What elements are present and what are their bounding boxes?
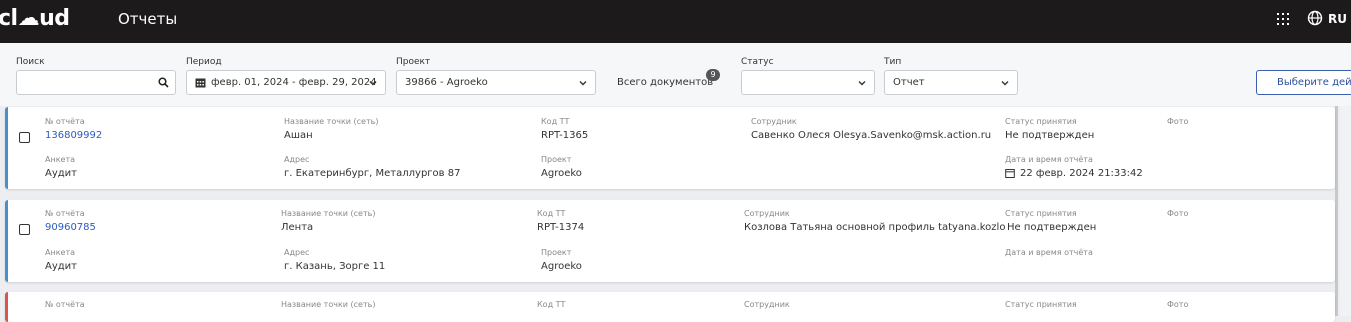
page-title: Отчеты [118, 10, 178, 28]
app-logo[interactable]: cl☁ud [0, 6, 70, 31]
period-label: Период [186, 57, 222, 67]
type-select[interactable]: Отчет [884, 70, 1018, 95]
type-label: Тип [884, 57, 902, 67]
point-name: Лента [281, 222, 314, 233]
report-card[interactable]: № отчёта 90960785 Название точки (сеть) … [5, 200, 1335, 282]
photo-label: Фото [1167, 117, 1189, 126]
employee-label: Сотрудник [744, 209, 790, 218]
apps-grid-icon[interactable] [1276, 12, 1290, 26]
chevron-down-icon [579, 81, 587, 86]
top-bar: cl☁ud Отчеты RU [0, 0, 1351, 43]
globe-icon[interactable] [1307, 10, 1323, 26]
report-datetime-label: Дата и время отчёта [1005, 155, 1093, 164]
report-datetime-label: Дата и время отчёта [1005, 248, 1093, 257]
search-icon[interactable] [158, 77, 169, 88]
project-field-label: Проект [541, 155, 572, 164]
report-no-label: № отчёта [45, 117, 85, 126]
point-name-label: Название точки (сеть) [284, 117, 379, 126]
address-label: Адрес [284, 248, 310, 257]
project-select[interactable]: 39866 - Agroeko [396, 70, 596, 95]
select-checkbox[interactable] [19, 132, 30, 143]
accept-status: Не подтвержден [1005, 222, 1097, 233]
survey-label: Анкета [45, 248, 76, 257]
point-name: Ашан [284, 130, 313, 141]
tt-code-label: Код ТТ [537, 209, 566, 218]
calendar-icon [1005, 169, 1015, 178]
search-label: Поиск [16, 57, 45, 67]
accept-status: Не подтвержден [1005, 130, 1095, 141]
search-input[interactable] [16, 70, 176, 95]
status-label: Статус [741, 57, 774, 67]
calendar-icon [195, 78, 206, 88]
report-datetime: 22 февр. 2024 21:33:42 [1020, 168, 1143, 179]
photo-label: Фото [1167, 209, 1189, 218]
photo-label: Фото [1167, 300, 1189, 309]
select-checkbox[interactable] [19, 224, 30, 235]
project: Agroeko [541, 261, 582, 272]
accept-status-label: Статус принятия [1005, 209, 1077, 218]
project: Agroeko [541, 168, 582, 179]
address: г. Екатеринбург, Металлургов 87 [284, 168, 461, 179]
report-no-label: № отчёта [45, 300, 85, 309]
side-panel [1340, 106, 1351, 316]
chevron-down-icon [858, 81, 866, 86]
language-selector[interactable]: RU [1328, 12, 1347, 26]
accept-status-label: Статус принятия [1005, 117, 1077, 126]
report-no-label: № отчёта [45, 209, 85, 218]
chevron-down-icon [369, 81, 377, 86]
employee-label: Сотрудник [744, 300, 790, 309]
choose-action-button[interactable]: Выберите действие [1256, 70, 1351, 95]
employee-label: Сотрудник [751, 117, 797, 126]
type-value: Отчет [893, 77, 925, 88]
period-value: февр. 01, 2024 - февр. 29, 2024 [211, 77, 377, 88]
employee: Савенко Олеся Olesya.Savenko@msk.action.… [751, 130, 992, 141]
documents-count-badge: 9 [706, 69, 720, 81]
project-value: 39866 - Agroeko [405, 77, 488, 88]
chevron-down-icon [1001, 81, 1009, 86]
tt-code-label: Код ТТ [537, 300, 566, 309]
project-field-label: Проект [541, 248, 572, 257]
total-documents-label: Всего документов [617, 77, 714, 88]
tt-code: RPT-1365 [541, 130, 589, 141]
report-no-link[interactable]: 90960785 [45, 222, 96, 233]
period-picker[interactable]: февр. 01, 2024 - февр. 29, 2024 [186, 70, 386, 95]
scrollbar[interactable] [1335, 106, 1338, 316]
project-label: Проект [396, 57, 431, 67]
accept-status-label: Статус принятия [1005, 300, 1077, 309]
address-label: Адрес [284, 155, 310, 164]
report-card[interactable]: № отчёта Название точки (сеть) Код ТТ Со… [5, 292, 1335, 322]
point-name-label: Название точки (сеть) [281, 209, 376, 218]
filters-bar: Поиск Период февр. 01, 2024 - февр. 29, … [0, 43, 1351, 106]
survey: Аудит [45, 261, 77, 272]
report-card[interactable]: № отчёта 136809992 Название точки (сеть)… [5, 107, 1335, 189]
survey: Аудит [45, 168, 77, 179]
tt-code-label: Код ТТ [541, 117, 570, 126]
point-name-label: Название точки (сеть) [281, 300, 376, 309]
tt-code: RPT-1374 [537, 222, 585, 233]
report-no-link[interactable]: 136809992 [45, 130, 102, 141]
language-label: RU [1328, 12, 1347, 26]
survey-label: Анкета [45, 155, 76, 164]
status-select[interactable] [741, 70, 875, 95]
address: г. Казань, Зорге 11 [284, 261, 386, 272]
